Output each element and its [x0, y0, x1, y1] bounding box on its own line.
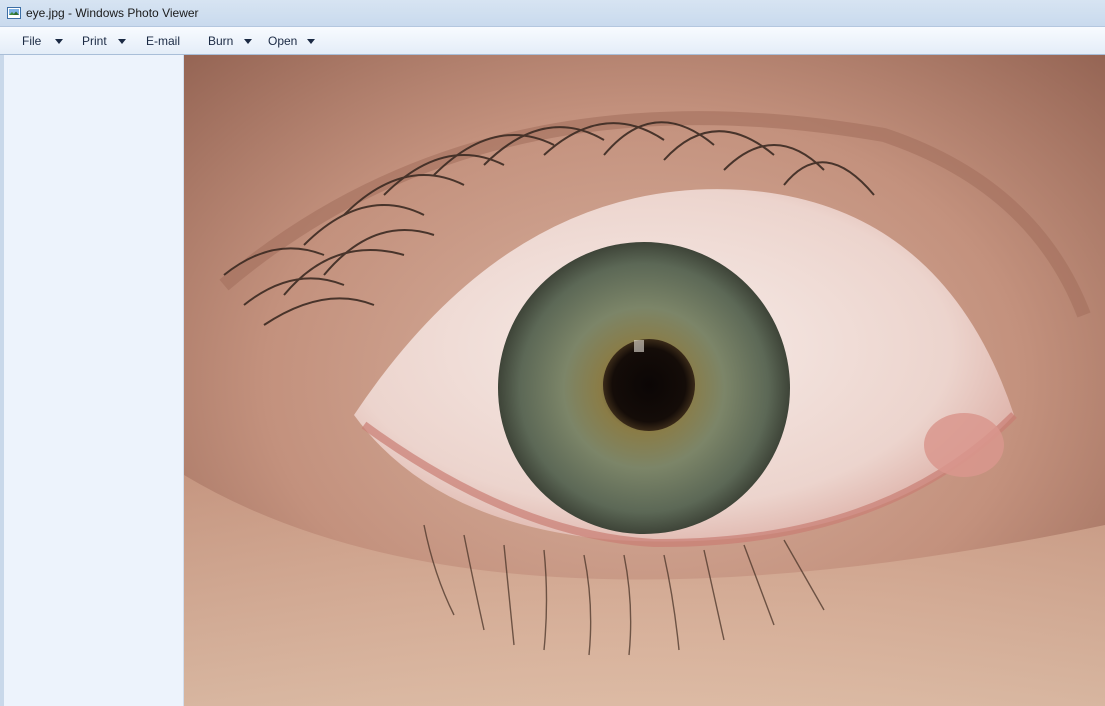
window-title: eye.jpg - Windows Photo Viewer	[26, 6, 199, 20]
email-label: E-mail	[146, 34, 181, 48]
chevron-down-icon	[307, 39, 315, 44]
open-menu-label: Open	[268, 34, 298, 48]
burn-menu[interactable]: Burn	[208, 33, 233, 49]
file-menu[interactable]: File	[22, 33, 41, 49]
print-menu-label: Print	[82, 34, 107, 48]
eye-photo[interactable]	[184, 55, 1105, 706]
open-menu[interactable]: Open	[268, 33, 297, 49]
print-menu[interactable]: Print	[82, 33, 107, 49]
file-menu-label: File	[22, 34, 42, 48]
title-bar: eye.jpg - Windows Photo Viewer	[0, 0, 1105, 27]
menu-bar: File Print E-mail Burn Open	[0, 27, 1105, 55]
chevron-down-icon	[55, 39, 63, 44]
email-button[interactable]: E-mail	[146, 33, 180, 49]
eye-image	[184, 55, 1105, 706]
chevron-down-icon	[118, 39, 126, 44]
viewer-background	[4, 55, 184, 706]
chevron-down-icon	[244, 39, 252, 44]
burn-menu-label: Burn	[208, 34, 234, 48]
photo-viewer-icon	[7, 7, 21, 19]
